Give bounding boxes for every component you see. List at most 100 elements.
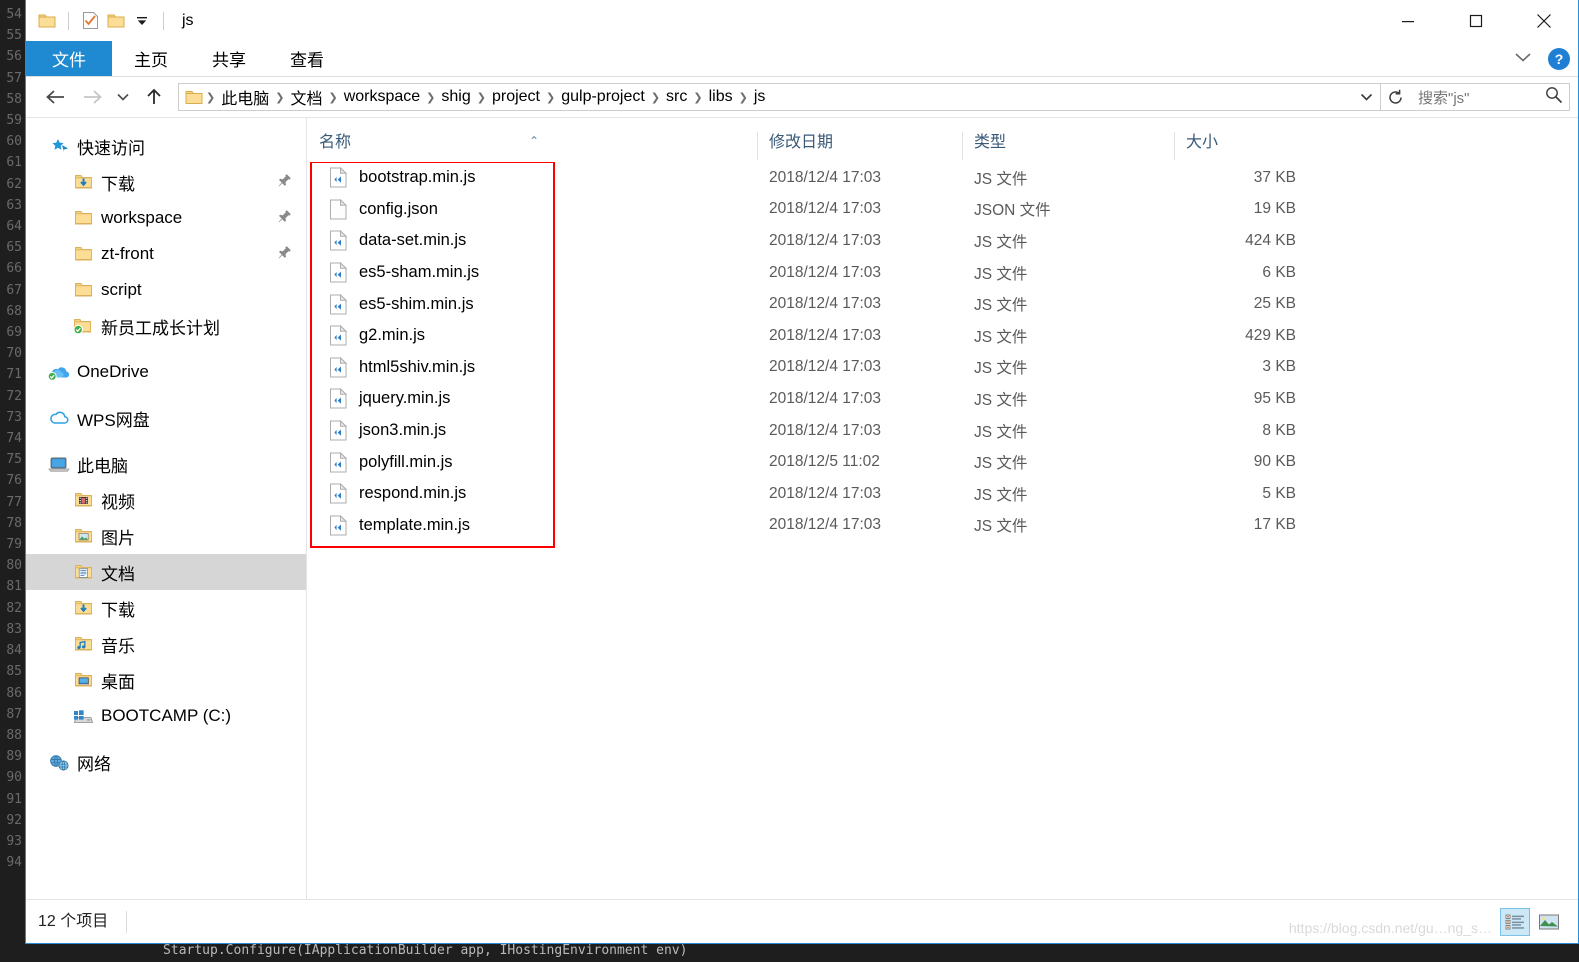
file-name-cell: es5-sham.min.js	[307, 262, 757, 283]
table-row[interactable]: json3.min.js 2018/12/4 17:03 JS 文件 8 KB	[307, 415, 1578, 447]
file-size-cell: 429 KB	[1245, 326, 1296, 344]
column-header-name[interactable]: 名称 ⌃	[307, 128, 757, 162]
table-row[interactable]: html5shiv.min.js 2018/12/4 17:03 JS 文件 3 KB	[307, 352, 1578, 384]
tab-view[interactable]: 查看	[268, 41, 346, 76]
help-icon[interactable]: ?	[1548, 48, 1570, 70]
js-file-icon	[329, 451, 348, 473]
sidebar-item[interactable]: 图片	[26, 518, 306, 554]
table-row[interactable]: data-set.min.js 2018/12/4 17:03 JS 文件 424 K…	[307, 225, 1578, 257]
sidebar-item[interactable]: 音乐	[26, 626, 306, 662]
address-bar-row: ❯ 此电脑 ❯ 文档 ❯ workspace ❯ shig ❯ project ❯ gulp-proj…	[26, 77, 1578, 117]
column-header-date[interactable]: 修改日期	[757, 128, 962, 162]
minimize-button[interactable]	[1374, 0, 1442, 41]
column-header-row: 名称 ⌃ 修改日期 类型 大小	[307, 118, 1578, 162]
details-view-button[interactable]	[1500, 907, 1530, 936]
sidebar-item[interactable]: 新员工成长计划	[26, 308, 306, 344]
sidebar-item-label: 图片	[101, 528, 135, 548]
sidebar-item[interactable]: 文档	[26, 554, 306, 590]
cloud-icon	[48, 408, 70, 428]
properties-icon[interactable]	[77, 8, 103, 34]
column-header-size[interactable]: 大小	[1174, 128, 1304, 162]
sidebar-item[interactable]: zt-front	[26, 236, 306, 272]
folder-icon	[72, 244, 94, 264]
pin-icon[interactable]	[278, 244, 292, 264]
file-date-cell: 2018/12/4 17:03	[769, 295, 882, 313]
breadcrumb-separator: ❯	[476, 91, 486, 104]
breadcrumb-item[interactable]: gulp-project	[556, 88, 650, 106]
sidebar-item[interactable]: script	[26, 272, 306, 308]
star-pin-icon	[48, 136, 70, 156]
recent-locations-icon[interactable]	[110, 81, 136, 113]
table-row[interactable]: jquery.min.js 2018/12/4 17:03 JS 文件 95 KB	[307, 383, 1578, 415]
table-row[interactable]: es5-shim.min.js 2018/12/4 17:03 JS 文件 25 KB	[307, 288, 1578, 320]
breadcrumb-item[interactable]: 此电脑	[216, 85, 274, 109]
sidebar-item[interactable]: 下载	[26, 164, 306, 200]
table-row[interactable]: polyfill.min.js 2018/12/5 11:02 JS 文件 90 KB	[307, 446, 1578, 478]
large-icons-view-button[interactable]	[1534, 908, 1564, 936]
sidebar-item[interactable]: 下载	[26, 590, 306, 626]
table-row[interactable]: g2.min.js 2018/12/4 17:03 JS 文件 429 KB	[307, 320, 1578, 352]
close-button[interactable]	[1510, 0, 1578, 41]
sidebar-item[interactable]: 桌面	[26, 662, 306, 698]
sidebar-item[interactable]: 视频	[26, 482, 306, 518]
navigation-pane: 快速访问 下载 workspace zt-front script 新员工成长计划 OneD…	[26, 118, 307, 899]
customize-dropdown-icon[interactable]	[129, 8, 155, 34]
file-type-cell: JS 文件	[974, 233, 1028, 251]
back-button[interactable]	[38, 81, 74, 113]
js-file-icon	[329, 325, 348, 346]
breadcrumb-item[interactable]: 文档	[285, 85, 327, 109]
table-row[interactable]: bootstrap.min.js 2018/12/4 17:03 JS 文件 37 K…	[307, 162, 1578, 194]
file-type-cell: JS 文件	[974, 518, 1028, 536]
up-button[interactable]	[136, 81, 172, 113]
sidebar-group-label: OneDrive	[77, 362, 149, 381]
file-type-cell: JS 文件	[974, 455, 1028, 473]
tab-file[interactable]: 文件	[26, 41, 112, 76]
sidebar-group-OneDrive[interactable]: OneDrive	[26, 354, 306, 390]
search-input[interactable]: 搜索"js"	[1418, 87, 1545, 108]
file-type-cell: JS 文件	[974, 391, 1028, 409]
breadcrumb-separator: ❯	[650, 91, 661, 104]
folder-icon[interactable]	[34, 8, 60, 34]
refresh-button[interactable]	[1381, 83, 1411, 111]
address-dropdown-icon[interactable]	[1354, 84, 1378, 110]
sidebar-item-label: 音乐	[101, 636, 135, 656]
breadcrumb-item[interactable]: shig	[436, 88, 475, 106]
file-date-cell: 2018/12/4 17:03	[769, 326, 882, 344]
maximize-button[interactable]	[1442, 0, 1510, 41]
table-row[interactable]: config.json 2018/12/4 17:03 JSON 文件 19 KB	[307, 194, 1578, 226]
forward-button[interactable]	[74, 81, 110, 113]
breadcrumb-item[interactable]: libs	[704, 88, 738, 106]
pin-icon[interactable]	[278, 172, 292, 192]
table-row[interactable]: es5-sham.min.js 2018/12/4 17:03 JS 文件 6 KB	[307, 257, 1578, 289]
breadcrumb-item[interactable]: src	[661, 88, 692, 106]
sidebar-group-快速访问[interactable]: 快速访问	[26, 128, 306, 164]
address-bar[interactable]: ❯ 此电脑 ❯ 文档 ❯ workspace ❯ shig ❯ project ❯ gulp-proj…	[178, 83, 1381, 111]
sidebar-group-此电脑[interactable]: 此电脑	[26, 446, 306, 482]
sidebar-item-label: 桌面	[101, 672, 135, 692]
file-name-cell: polyfill.min.js	[307, 451, 757, 473]
tab-home[interactable]: 主页	[112, 41, 190, 76]
table-row[interactable]: template.min.js 2018/12/4 17:03 JS 文件 17 KB	[307, 510, 1578, 542]
breadcrumb-item[interactable]: workspace	[339, 88, 425, 106]
tab-share[interactable]: 共享	[190, 41, 268, 76]
quick-access-toolbar: js	[26, 8, 194, 34]
pin-icon[interactable]	[278, 208, 292, 228]
folder-desktop-icon	[72, 670, 94, 690]
breadcrumb-item[interactable]: project	[487, 88, 545, 106]
sidebar-item-label: workspace	[101, 208, 183, 227]
search-icon[interactable]	[1545, 86, 1563, 109]
sidebar-group-网络[interactable]: 网络	[26, 744, 306, 780]
breadcrumb-separator: ❯	[546, 91, 556, 104]
sidebar-item[interactable]: BOOTCAMP (C:)	[26, 698, 306, 734]
chevron-down-icon[interactable]	[1512, 50, 1534, 69]
sidebar-item[interactable]: workspace	[26, 200, 306, 236]
table-row[interactable]: respond.min.js 2018/12/4 17:03 JS 文件 5 KB	[307, 478, 1578, 510]
file-name-label: json3.min.js	[359, 421, 447, 440]
sidebar-group-WPS网盘[interactable]: WPS网盘	[26, 400, 306, 436]
new-folder-icon[interactable]	[103, 8, 129, 34]
breadcrumb-item[interactable]: js	[749, 88, 771, 106]
search-box[interactable]: 搜索"js"	[1410, 83, 1570, 111]
column-header-type[interactable]: 类型	[962, 128, 1174, 162]
main-content: 快速访问 下载 workspace zt-front script 新员工成长计划 OneD…	[26, 117, 1578, 899]
